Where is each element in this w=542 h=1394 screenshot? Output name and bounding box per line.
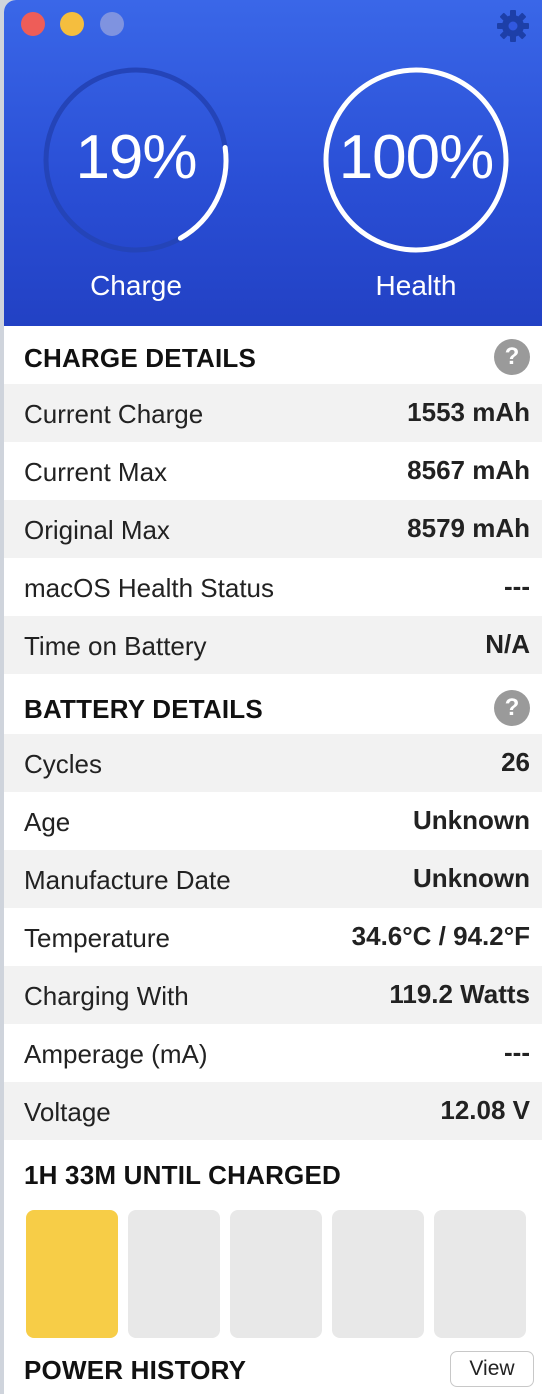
detail-label: Charging With [24,981,189,1011]
detail-label: Manufacture Date [24,865,231,895]
detail-label: Voltage [24,1097,111,1127]
power-history-title: POWER HISTORY [24,1355,247,1385]
detail-row: Cycles 26 [4,734,542,792]
detail-row: Time on Battery N/A [4,616,542,674]
detail-label: macOS Health Status [24,573,274,603]
charge-label: Charge [90,270,182,301]
charge-segment [434,1210,526,1338]
detail-row: Original Max 8579 mAh [4,500,542,558]
detail-value: --- [504,1037,530,1067]
detail-row: Manufacture Date Unknown [4,850,542,908]
minimize-button[interactable] [60,12,84,36]
detail-label: Current Max [24,457,168,487]
battery-window: 19% 100% Charge Health CHARGE DETAILS ? … [4,0,542,1394]
charge-details-title: CHARGE DETAILS [24,343,256,373]
detail-label: Temperature [24,923,170,953]
detail-value: 8579 mAh [407,513,530,543]
charge-segment [128,1210,220,1338]
detail-row: Current Max 8567 mAh [4,442,542,500]
detail-row: macOS Health Status --- [4,558,542,616]
health-percent: 100% [338,123,495,192]
gear-icon[interactable] [496,9,530,43]
detail-row: Age Unknown [4,792,542,850]
detail-label: Cycles [24,749,103,779]
detail-value: 1553 mAh [407,397,530,427]
detail-value: --- [504,571,530,601]
close-button[interactable] [21,12,45,36]
detail-value: 34.6°C / 94.2°F [351,921,530,951]
charge-segment [332,1210,424,1338]
detail-label: Amperage (mA) [24,1039,208,1069]
charge-details-help-icon[interactable]: ? [494,339,530,375]
charge-segment [230,1210,322,1338]
detail-row: Amperage (mA) --- [4,1024,542,1082]
detail-value: 26 [501,747,530,777]
detail-row: Voltage 12.08 V [4,1082,542,1140]
detail-value: 12.08 V [440,1095,530,1125]
detail-value: 8567 mAh [407,455,530,485]
health-label: Health [375,270,457,301]
detail-value: 119.2 Watts [389,979,530,1009]
battery-details-title: BATTERY DETAILS [24,694,263,724]
detail-value: Unknown [413,805,530,835]
detail-value: N/A [485,629,530,659]
detail-label: Time on Battery [24,631,207,661]
detail-row: Temperature 34.6°C / 94.2°F [4,908,542,966]
zoom-button[interactable] [100,12,124,36]
detail-label: Current Charge [24,399,204,429]
charge-progress-bars [26,1210,536,1338]
detail-label: Original Max [24,515,170,545]
detail-row: Charging With 119.2 Watts [4,966,542,1024]
detail-label: Age [24,807,71,837]
charge-percent: 19% [75,123,197,192]
header-panel: 19% 100% Charge Health [4,0,542,326]
battery-details-help-icon[interactable]: ? [494,690,530,726]
detail-value: Unknown [413,863,530,893]
detail-row: Current Charge 1553 mAh [4,384,542,442]
view-button[interactable]: View [450,1351,534,1387]
charging-title: 1H 33M UNTIL CHARGED [24,1160,342,1190]
charge-segment [26,1210,118,1338]
